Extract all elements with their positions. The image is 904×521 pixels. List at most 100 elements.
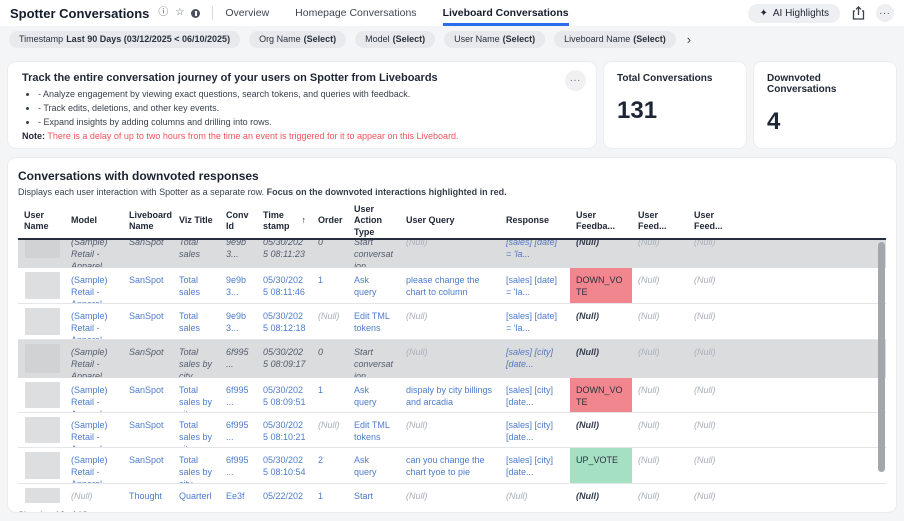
cell-model[interactable]: (Sample) Retail - Apparel (65, 448, 123, 483)
column-header-user-name[interactable]: User Name (18, 204, 65, 238)
table-row[interactable]: (Sample) Retail - ApparelSanSpotTotal sa… (18, 448, 886, 484)
cell-timestamp[interactable]: 05/30/2025 08:09:17 (257, 340, 312, 377)
cell-response[interactable]: [sales] [date] = 'la... (500, 304, 570, 339)
cell-viz-title[interactable]: Total sales by city (173, 340, 220, 377)
cell-viz-title[interactable]: Total sales (173, 240, 220, 267)
cell-user-action-type[interactable]: Start conversation (348, 340, 400, 377)
cell-conv-id[interactable]: 6f995... (220, 413, 257, 447)
cell-model[interactable]: (Sample) Retail - Apparel (65, 240, 123, 267)
cell-liveboard-name[interactable]: SanSpot (123, 378, 173, 412)
cell-timestamp[interactable]: 05/22/2025 18:55:24 (257, 484, 312, 504)
filter-chip-liveboard-name[interactable]: Liveboard Name(Select) (554, 31, 676, 48)
column-header-user-action-type[interactable]: User Action Type (348, 204, 400, 238)
column-header-viz-title[interactable]: Viz Title (173, 204, 220, 238)
table-row[interactable]: (Sample) Retail - ApparelSanSpotTotal sa… (18, 304, 886, 340)
column-header-timestamp[interactable]: Time stamp↑ (257, 204, 312, 238)
filter-chip-org-name[interactable]: Org Name(Select) (249, 31, 346, 48)
column-header-liveboard-name[interactable]: Liveboard Name (123, 204, 173, 238)
cell-order[interactable]: 0 (312, 240, 348, 267)
cell-order[interactable]: 1 (312, 268, 348, 303)
sort-ascending-icon[interactable]: ↑ (302, 215, 307, 226)
cell-liveboard-name[interactable]: SanSpot (123, 340, 173, 377)
cell-model[interactable]: (Sample) Retail - Apparel (65, 340, 123, 377)
cell-model[interactable]: (Sample) Retail - Apparel (65, 378, 123, 412)
table-row[interactable]: (Null)ThoughtSpot RevenueQuarterly Reven… (18, 484, 886, 504)
cell-conv-id[interactable]: 6f995... (220, 340, 257, 377)
cell-user-action-type[interactable]: Ask query (348, 268, 400, 303)
column-header-user-feedback-2[interactable]: User Feed... (632, 204, 688, 238)
cell-order[interactable]: 1 (312, 484, 348, 504)
share-button[interactable] (849, 4, 867, 22)
vertical-scrollbar[interactable] (878, 240, 885, 474)
cell-model[interactable]: (Sample) Retail - Apparel (65, 304, 123, 339)
cell-timestamp[interactable]: 05/30/2025 08:11:23 (257, 240, 312, 267)
cell-user-query[interactable]: dispaly by city billings and arcadia (400, 378, 500, 412)
info-card-more-button[interactable]: ... (565, 70, 586, 91)
more-options-button[interactable]: ... (876, 4, 894, 22)
cell-conv-id[interactable]: Ee3fO... (220, 484, 257, 504)
cell-liveboard-name[interactable]: SanSpot (123, 240, 173, 267)
cell-timestamp[interactable]: 05/30/2025 08:11:46 (257, 268, 312, 303)
cell-model[interactable]: (Sample) Retail - Apparel (65, 413, 123, 447)
cell-user-feedback[interactable]: UP_VOTE (570, 448, 632, 483)
cell-user-action-type[interactable]: Ask query (348, 378, 400, 412)
cell-viz-title[interactable]: Quarterly Revenue (173, 484, 220, 504)
tab-homepage-conversations[interactable]: Homepage Conversations (295, 0, 416, 26)
filter-chip-timestamp[interactable]: TimestampLast 90 Days (03/12/2025 < 06/1… (9, 31, 240, 48)
column-header-conv-id[interactable]: Conv Id (220, 204, 257, 238)
cell-response[interactable]: [sales] [city] [date... (500, 378, 570, 412)
scrollbar-thumb[interactable] (878, 242, 885, 472)
table-row[interactable]: (Sample) Retail - ApparelSanSpotTotal sa… (18, 413, 886, 448)
column-header-model[interactable]: Model (65, 204, 123, 238)
cell-timestamp[interactable]: 05/30/2025 08:10:21 (257, 413, 312, 447)
column-header-response[interactable]: Response (500, 204, 570, 238)
table-row[interactable]: (Sample) Retail - ApparelSanSpotTotal sa… (18, 240, 886, 268)
cell-user-feedback[interactable]: DOWN_VOTE (570, 268, 632, 303)
cell-liveboard-name[interactable]: ThoughtSpot Revenue (123, 484, 173, 504)
cell-conv-id[interactable]: 6f995... (220, 378, 257, 412)
cell-liveboard-name[interactable]: SanSpot (123, 304, 173, 339)
cell-conv-id[interactable]: 9e9b3... (220, 268, 257, 303)
table-row[interactable]: (Sample) Retail - ApparelSanSpotTotal sa… (18, 268, 886, 304)
cell-viz-title[interactable]: Total sales by city (173, 448, 220, 483)
column-header-user-query[interactable]: User Query (400, 204, 500, 238)
tab-overview[interactable]: Overview (225, 0, 269, 26)
cell-order[interactable]: 0 (312, 340, 348, 377)
cell-order[interactable]: 2 (312, 448, 348, 483)
filter-chip-model[interactable]: Model(Select) (355, 31, 435, 48)
info-icon[interactable]: ⓘ (158, 8, 168, 18)
ai-highlights-button[interactable]: ✦ AI Highlights (748, 4, 840, 23)
cell-conv-id[interactable]: 9e9b3... (220, 240, 257, 267)
tab-liveboard-conversations[interactable]: Liveboard Conversations (443, 0, 569, 26)
cell-user-query[interactable]: please change the chart to column (400, 268, 500, 303)
cell-conv-id[interactable]: 9e9b3... (220, 304, 257, 339)
cell-user-action-type[interactable]: Edit TML tokens (348, 304, 400, 339)
cell-liveboard-name[interactable]: SanSpot (123, 268, 173, 303)
cell-timestamp[interactable]: 05/30/2025 08:10:54 (257, 448, 312, 483)
cell-timestamp[interactable]: 05/30/2025 08:12:18 (257, 304, 312, 339)
cell-user-action-type[interactable]: Start conversation (348, 240, 400, 267)
column-header-order[interactable]: Order (312, 204, 348, 238)
cell-viz-title[interactable]: Total sales (173, 268, 220, 303)
cell-timestamp[interactable]: 05/30/2025 08:09:51 (257, 378, 312, 412)
cell-response[interactable]: [sales] [date] = 'la... (500, 268, 570, 303)
cell-user-action-type[interactable]: Start conversation (348, 484, 400, 504)
cell-viz-title[interactable]: Total sales by city (173, 378, 220, 412)
cell-user-feedback[interactable]: DOWN_VOTE (570, 378, 632, 412)
cell-conv-id[interactable]: 6f995... (220, 448, 257, 483)
badge-icon[interactable] (191, 9, 200, 18)
cell-user-action-type[interactable]: Edit TML tokens (348, 413, 400, 447)
cell-model[interactable]: (Sample) Retail - Apparel (65, 268, 123, 303)
filter-chip-user-name[interactable]: User Name(Select) (444, 31, 545, 48)
favorite-star-icon[interactable]: ☆ (175, 8, 184, 18)
cell-liveboard-name[interactable]: SanSpot (123, 448, 173, 483)
cell-response[interactable]: [sales] [city] [date... (500, 340, 570, 377)
cell-user-query[interactable]: can you change the chart tyoe to pie (400, 448, 500, 483)
cell-response[interactable]: [sales] [city] [date... (500, 448, 570, 483)
cell-response[interactable]: [sales] [date] = 'la... (500, 240, 570, 267)
chevron-right-icon[interactable]: › (685, 33, 693, 46)
column-header-user-feedback[interactable]: User Feedba... (570, 204, 632, 238)
table-row[interactable]: (Sample) Retail - ApparelSanSpotTotal sa… (18, 378, 886, 413)
column-header-user-feedback-3[interactable]: User Feed... (688, 204, 740, 238)
cell-order[interactable]: 1 (312, 378, 348, 412)
